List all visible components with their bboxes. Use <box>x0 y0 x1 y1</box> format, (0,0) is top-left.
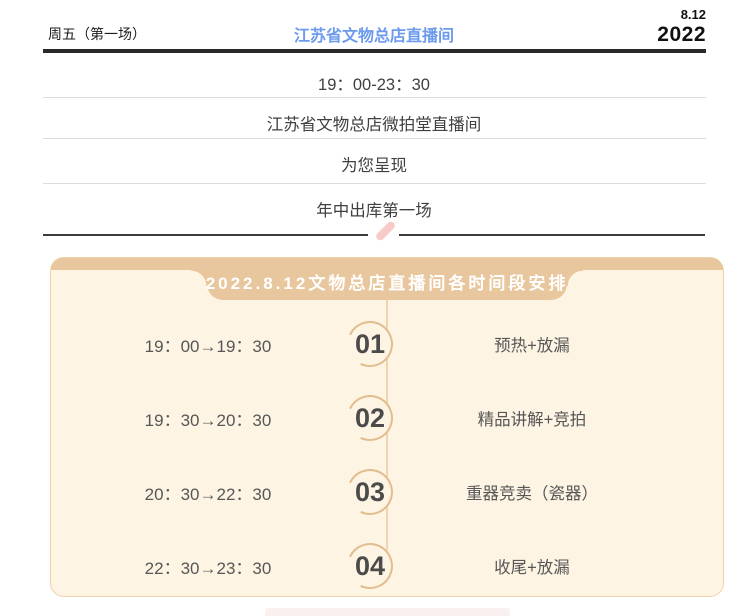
step-number: 02 <box>347 395 393 441</box>
schedule-row: 20：30→22：30 03 重器竞卖（瓷器） <box>51 455 723 529</box>
step-circle: 04 <box>347 543 393 589</box>
slash-ornament-icon <box>375 220 397 242</box>
presents-text: 为您呈现 <box>0 152 748 176</box>
schedule-row: 19：00→19：30 01 预热+放漏 <box>51 307 723 381</box>
schedule-row: 22：30→23：30 04 收尾+放漏 <box>51 529 723 603</box>
schedule-rows: 19：00→19：30 01 预热+放漏 19：30→20：30 02 精品讲解… <box>51 307 723 603</box>
slot-time: 19：00→19：30 <box>51 332 347 357</box>
step-number: 04 <box>347 543 393 589</box>
tab-fillet-right <box>567 270 583 286</box>
slot-time: 22：30→23：30 <box>51 554 347 579</box>
date-block: 8.12 2022 <box>657 8 706 47</box>
event-name-text: 年中出库第一场 <box>0 197 748 221</box>
slot-activity: 精品讲解+竞拍 <box>393 406 723 430</box>
date-year: 2022 <box>657 23 706 47</box>
step-number: 01 <box>347 321 393 367</box>
step-circle: 01 <box>347 321 393 367</box>
studio-name-text: 江苏省文物总店微拍堂直播间 <box>0 111 748 135</box>
separator-line <box>43 183 706 184</box>
date-month-day: 8.12 <box>657 8 706 23</box>
divider-left-segment <box>43 234 368 236</box>
divider-right-segment <box>399 234 705 236</box>
schedule-card: 2022.8.12文物总店直播间各时间段安排 19：00→19：30 01 预热… <box>50 257 724 597</box>
slot-activity: 重器竞卖（瓷器） <box>393 480 723 504</box>
separator-line <box>43 138 706 139</box>
separator-line <box>43 97 706 98</box>
slot-time: 19：30→20：30 <box>51 406 347 431</box>
step-circle: 03 <box>347 469 393 515</box>
card-title: 2022.8.12文物总店直播间各时间段安排 <box>206 265 569 294</box>
cutoff-pink-banner <box>265 608 510 616</box>
step-circle: 02 <box>347 395 393 441</box>
tab-fillet-left <box>191 270 207 286</box>
slot-time: 20：30→22：30 <box>51 480 347 505</box>
header-divider <box>43 49 706 53</box>
broadcast-time-text: 19：00-23：30 <box>0 71 748 95</box>
slot-activity: 收尾+放漏 <box>393 554 723 578</box>
slot-activity: 预热+放漏 <box>393 332 723 356</box>
schedule-row: 19：30→20：30 02 精品讲解+竞拍 <box>51 381 723 455</box>
step-number: 03 <box>347 469 393 515</box>
card-title-banner: 2022.8.12文物总店直播间各时间段安排 <box>207 258 567 300</box>
page-title-link[interactable]: 江苏省文物总店直播间 <box>0 22 748 46</box>
